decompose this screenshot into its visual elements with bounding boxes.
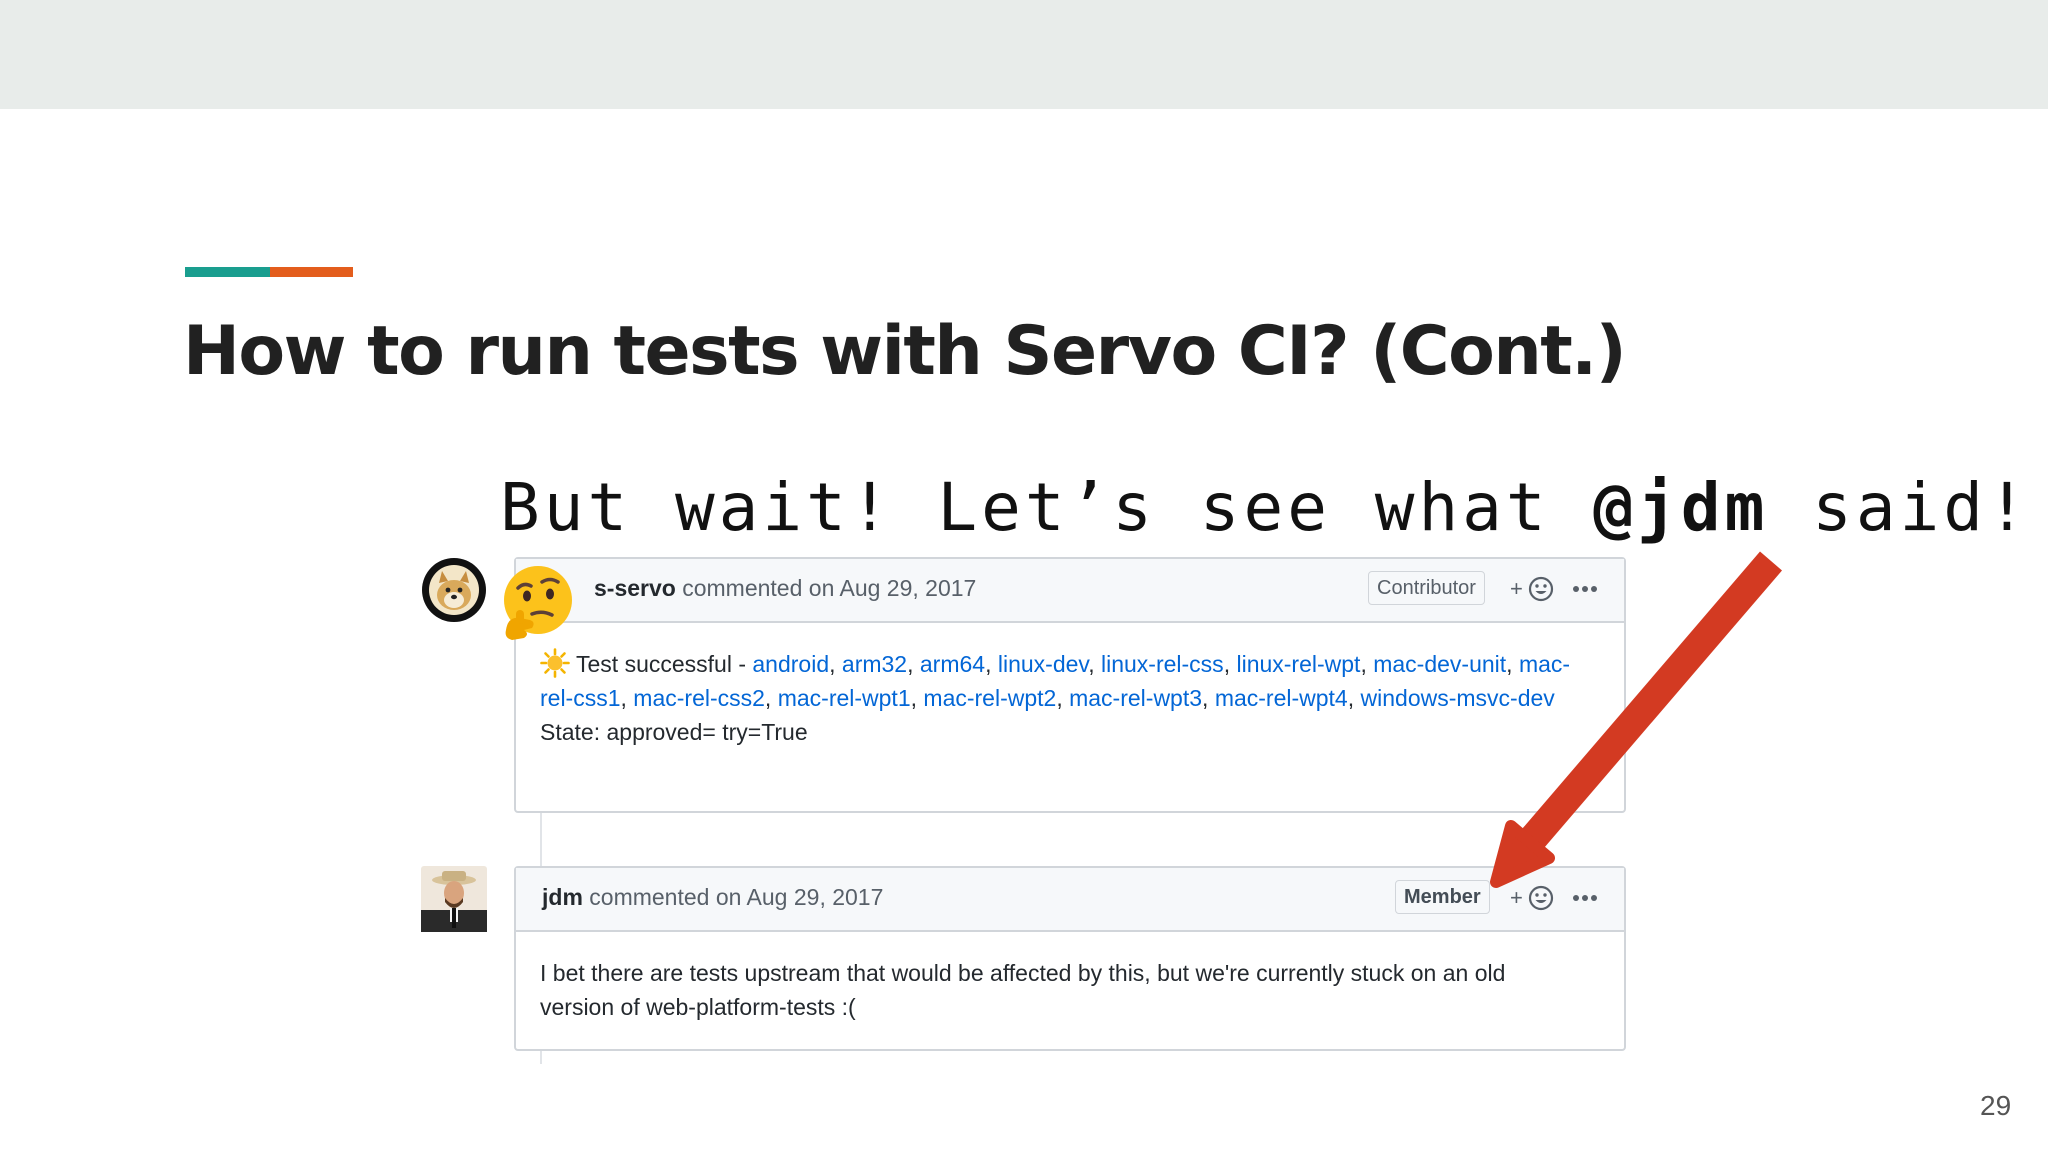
builder-link[interactable]: mac-rel-wpt4 (1215, 685, 1348, 711)
author-association-badge: Member (1395, 880, 1490, 914)
title-accent-teal (185, 267, 270, 277)
builder-link[interactable]: mac-rel-wpt3 (1069, 685, 1202, 711)
builder-link[interactable]: mac-rel-wpt2 (923, 685, 1056, 711)
smiley-icon (1528, 576, 1554, 602)
builder-link[interactable]: mac-rel-css2 (633, 685, 765, 711)
status-line: Test successful - android, arm32, arm64,… (540, 647, 1598, 715)
page-number: 29 (1980, 1090, 2012, 1121)
builder-link[interactable]: arm32 (842, 651, 907, 677)
builder-link[interactable]: mac-dev-unit (1373, 651, 1506, 677)
state-line: State: approved= try=True (540, 719, 808, 745)
comment-meta: jdm commented on Aug 29, 2017 (542, 884, 883, 911)
add-reaction-button[interactable]: + (1510, 573, 1558, 605)
builder-link[interactable]: arm64 (920, 651, 985, 677)
timeline-line (540, 812, 542, 868)
reaction-plus-label: + (1510, 885, 1523, 910)
comment-meta: s-servo commented on Aug 29, 2017 (542, 575, 976, 602)
comment-author-link[interactable]: s-servo (594, 575, 676, 601)
top-band (0, 0, 2048, 109)
thinking-face-emoji-icon (496, 560, 580, 644)
reaction-plus-label: + (1510, 576, 1523, 601)
sun-emoji-icon (540, 648, 570, 678)
author-association-badge: Contributor (1368, 571, 1485, 605)
slide-title: How to run tests with Servo CI? (Cont.) (183, 312, 1627, 391)
comment-timestamp[interactable]: commented on Aug 29, 2017 (682, 575, 976, 601)
callout-text: But wait! Let’s see what @jdm said! (500, 475, 2031, 541)
builder-link[interactable]: windows-msvc-dev (1361, 685, 1555, 711)
comment-card: jdm commented on Aug 29, 2017 Member + I… (514, 866, 1626, 1051)
comment-header: s-servo commented on Aug 29, 2017 Contri… (516, 559, 1624, 623)
more-options-button[interactable] (1568, 882, 1602, 914)
comment-text-line: version of web-platform-tests :( (540, 994, 856, 1020)
jdm-avatar-icon[interactable] (421, 866, 487, 932)
add-reaction-button[interactable]: + (1510, 882, 1558, 914)
comment-timestamp[interactable]: commented on Aug 29, 2017 (589, 884, 883, 910)
comment-body: I bet there are tests upstream that woul… (516, 932, 1624, 1042)
comment-author-link[interactable]: jdm (542, 884, 583, 910)
callout-prefix: But wait! Let’s see what (500, 469, 1594, 546)
comment-header: jdm commented on Aug 29, 2017 Member + (516, 868, 1624, 932)
title-accent-orange (270, 267, 353, 277)
builder-link[interactable]: linux-dev (998, 651, 1088, 677)
comment-body: Test successful - android, arm32, arm64,… (516, 623, 1624, 767)
smiley-icon (1528, 885, 1554, 911)
doge-avatar-icon[interactable] (421, 557, 487, 623)
comment-card: s-servo commented on Aug 29, 2017 Contri… (514, 557, 1626, 813)
builder-link[interactable]: linux-rel-css (1101, 651, 1224, 677)
callout-mention: @jdm (1593, 469, 1769, 546)
builder-link[interactable]: linux-rel-wpt (1236, 651, 1360, 677)
builder-link[interactable]: mac-rel-wpt1 (778, 685, 911, 711)
comment-text-line: I bet there are tests upstream that woul… (540, 960, 1506, 986)
status-text: Test successful - (576, 651, 753, 677)
builder-link[interactable]: android (752, 651, 829, 677)
kebab-horizontal-icon (1573, 895, 1597, 901)
kebab-horizontal-icon (1573, 586, 1597, 592)
more-options-button[interactable] (1568, 573, 1602, 605)
callout-suffix: said! (1768, 469, 2031, 546)
